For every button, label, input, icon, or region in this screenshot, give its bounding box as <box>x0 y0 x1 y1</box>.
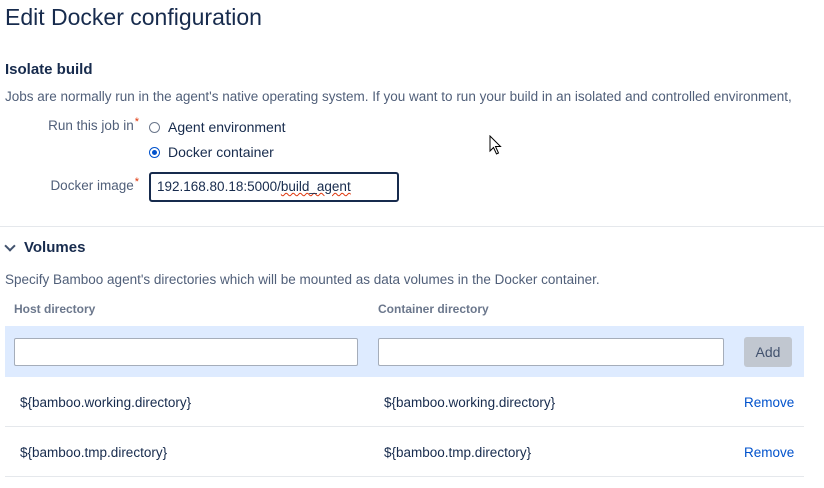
column-header-host: Host directory <box>14 302 96 316</box>
radio-docker-container[interactable]: Docker container <box>149 144 274 160</box>
host-directory-input[interactable] <box>14 338 358 366</box>
radio-docker-container-label: Docker container <box>168 144 274 160</box>
row-container-directory: ${bamboo.working.directory} <box>384 395 556 410</box>
add-button[interactable]: Add <box>744 337 792 367</box>
row-divider <box>5 476 804 477</box>
remove-link[interactable]: Remove <box>744 445 794 460</box>
required-mark: * <box>134 176 139 188</box>
run-job-label: Run this job in* <box>48 116 139 133</box>
radio-selected-icon[interactable] <box>149 146 160 158</box>
chevron-down-icon[interactable] <box>4 240 16 252</box>
radio-icon[interactable] <box>149 121 160 133</box>
row-divider <box>5 426 804 427</box>
section-divider <box>0 226 824 227</box>
row-container-directory: ${bamboo.tmp.directory} <box>384 445 532 460</box>
volumes-description: Specify Bamboo agent's directories which… <box>5 272 600 287</box>
volumes-title[interactable]: Volumes <box>24 239 85 256</box>
row-host-directory: ${bamboo.tmp.directory} <box>20 445 168 460</box>
radio-agent-environment[interactable]: Agent environment <box>149 119 286 135</box>
run-job-label-text: Run this job in <box>48 118 134 133</box>
column-header-container: Container directory <box>378 302 489 316</box>
required-mark: * <box>134 116 139 128</box>
row-host-directory: ${bamboo.working.directory} <box>20 395 192 410</box>
page-title: Edit Docker configuration <box>5 4 262 30</box>
docker-image-label: Docker image* <box>50 176 139 193</box>
docker-image-label-text: Docker image <box>50 178 134 193</box>
docker-image-value-prefix: 192.168.80.18:5000/ <box>157 179 281 194</box>
remove-link[interactable]: Remove <box>744 395 794 410</box>
radio-agent-environment-label: Agent environment <box>168 119 286 135</box>
container-directory-input[interactable] <box>378 338 724 366</box>
docker-image-value-suffix: build_agent <box>280 179 351 194</box>
docker-image-input[interactable]: 192.168.80.18:5000/build_agent <box>149 172 399 202</box>
isolate-build-description: Jobs are normally run in the agent's nat… <box>5 89 792 104</box>
mouse-pointer-icon <box>489 135 502 155</box>
isolate-build-title: Isolate build <box>5 61 93 78</box>
